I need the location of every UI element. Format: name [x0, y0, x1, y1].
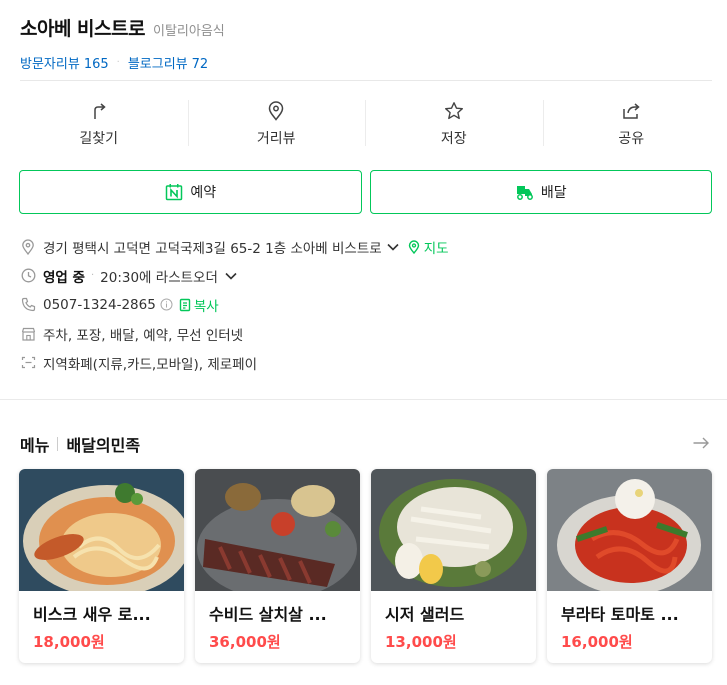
menu-card-list: 비스크 새우 로... 18,000원 수비드 살치살 ... 36,000원	[19, 469, 712, 663]
reserve-button[interactable]: 예약	[19, 170, 362, 214]
menu-item-name: 수비드 살치살 ...	[209, 605, 327, 624]
arrow-right-icon	[693, 437, 709, 448]
delivery-label: 배달	[540, 185, 567, 201]
menu-photo	[547, 469, 712, 591]
address-row: 경기 평택시 고덕면 고덕국제3길 65-2 1층 소아베 비스트로 지도	[20, 232, 710, 261]
place-title: 소아베 비스트로	[20, 18, 145, 40]
share-button[interactable]: 공유	[542, 92, 721, 152]
menu-item-price: 18,000원	[33, 633, 105, 651]
store-icon	[20, 326, 36, 342]
share-label: 공유	[618, 131, 645, 147]
info-circle-icon[interactable]	[160, 298, 173, 311]
place-category: 이탈리아음식	[152, 24, 225, 39]
phone-row: 0507-1324-2865 복사	[20, 290, 710, 319]
menu-card[interactable]: 비스크 새우 로... 18,000원	[19, 469, 184, 663]
chevron-down-icon	[225, 272, 237, 280]
menu-photo	[371, 469, 536, 591]
hours-expand-button[interactable]	[224, 271, 238, 281]
save-label: 저장	[440, 131, 467, 147]
map-pin-icon	[408, 239, 419, 254]
menu-item-name: 부라타 토마토 ...	[561, 605, 679, 624]
payment-scan-icon	[20, 355, 36, 371]
action-bar: 길찾기 거리뷰 저장 공유	[10, 92, 720, 152]
separator-dot: ·	[90, 270, 95, 281]
directions-button[interactable]: 길찾기	[10, 92, 188, 152]
hours-row: 영업 중 · 20:30에 라스트오더	[20, 261, 710, 290]
menu-item-name: 시저 샐러드	[385, 605, 465, 624]
divider	[20, 80, 712, 81]
directions-label: 길찾기	[79, 131, 119, 147]
save-button[interactable]: 저장	[365, 92, 543, 152]
section-divider	[0, 399, 727, 400]
place-info: 경기 평택시 고덕면 고덕국제3길 65-2 1층 소아베 비스트로 지도 영업…	[20, 232, 710, 377]
last-order-text: 20:30에 라스트오더	[100, 269, 218, 286]
payment-text: 지역화폐(지류,카드,모바일), 제로페이	[43, 356, 257, 373]
menu-photo	[19, 469, 184, 591]
menu-section-header: 메뉴 배달의민족	[20, 432, 710, 456]
directions-icon	[88, 100, 110, 122]
menu-item-price: 16,000원	[561, 633, 633, 651]
copy-icon	[179, 298, 191, 311]
menu-card[interactable]: 부라타 토마토 ... 16,000원	[547, 469, 712, 663]
tab-menu[interactable]: 메뉴	[20, 432, 49, 456]
amenities-row: 주차, 포장, 배달, 예약, 무선 인터넷	[20, 319, 710, 348]
street-view-label: 거리뷰	[256, 131, 296, 147]
share-icon	[620, 100, 642, 122]
menu-card[interactable]: 수비드 살치살 ... 36,000원	[195, 469, 360, 663]
payment-row: 지역화폐(지류,카드,모바일), 제로페이	[20, 348, 710, 377]
naver-booking-icon	[164, 182, 184, 202]
menu-photo	[195, 469, 360, 591]
street-view-button[interactable]: 거리뷰	[187, 92, 366, 152]
map-link[interactable]: 지도	[408, 237, 449, 257]
more-arrow-button[interactable]	[692, 435, 710, 454]
review-summary: 방문자리뷰 165 · 블로그리뷰 72	[20, 53, 710, 72]
amenities-text: 주차, 포장, 배달, 예약, 무선 인터넷	[43, 327, 244, 344]
location-pin-icon	[265, 100, 287, 122]
business-status: 영업 중	[43, 269, 85, 286]
copy-phone-button[interactable]: 복사	[179, 295, 219, 315]
menu-item-price: 13,000원	[385, 633, 457, 651]
phone-number: 0507-1324-2865	[43, 296, 156, 313]
delivery-button[interactable]: 배달	[369, 170, 712, 214]
reserve-label: 예약	[190, 185, 217, 201]
star-icon	[443, 100, 465, 122]
blog-review-link[interactable]: 블로그리뷰 72	[128, 53, 208, 72]
place-header: 소아베 비스트로 이탈리아음식 방문자리뷰 165 · 블로그리뷰 72	[20, 14, 710, 72]
menu-item-price: 36,000원	[209, 633, 281, 651]
booking-buttons: 예약 배달	[19, 170, 712, 214]
delivery-scooter-icon	[515, 182, 535, 202]
clock-icon	[20, 268, 36, 284]
address-expand-button[interactable]	[386, 242, 400, 252]
visitor-review-link[interactable]: 방문자리뷰 165	[20, 53, 109, 72]
chevron-down-icon	[387, 243, 399, 251]
address-text: 경기 평택시 고덕면 고덕국제3길 65-2 1층 소아베 비스트로	[43, 240, 382, 257]
tab-separator	[57, 437, 59, 451]
separator-dot: ·	[116, 57, 120, 68]
menu-card[interactable]: 시저 샐러드 13,000원	[371, 469, 536, 663]
phone-icon	[20, 297, 36, 313]
tab-baemin[interactable]: 배달의민족	[66, 432, 140, 456]
menu-item-name: 비스크 새우 로...	[33, 605, 151, 624]
location-pin-icon	[20, 238, 36, 255]
